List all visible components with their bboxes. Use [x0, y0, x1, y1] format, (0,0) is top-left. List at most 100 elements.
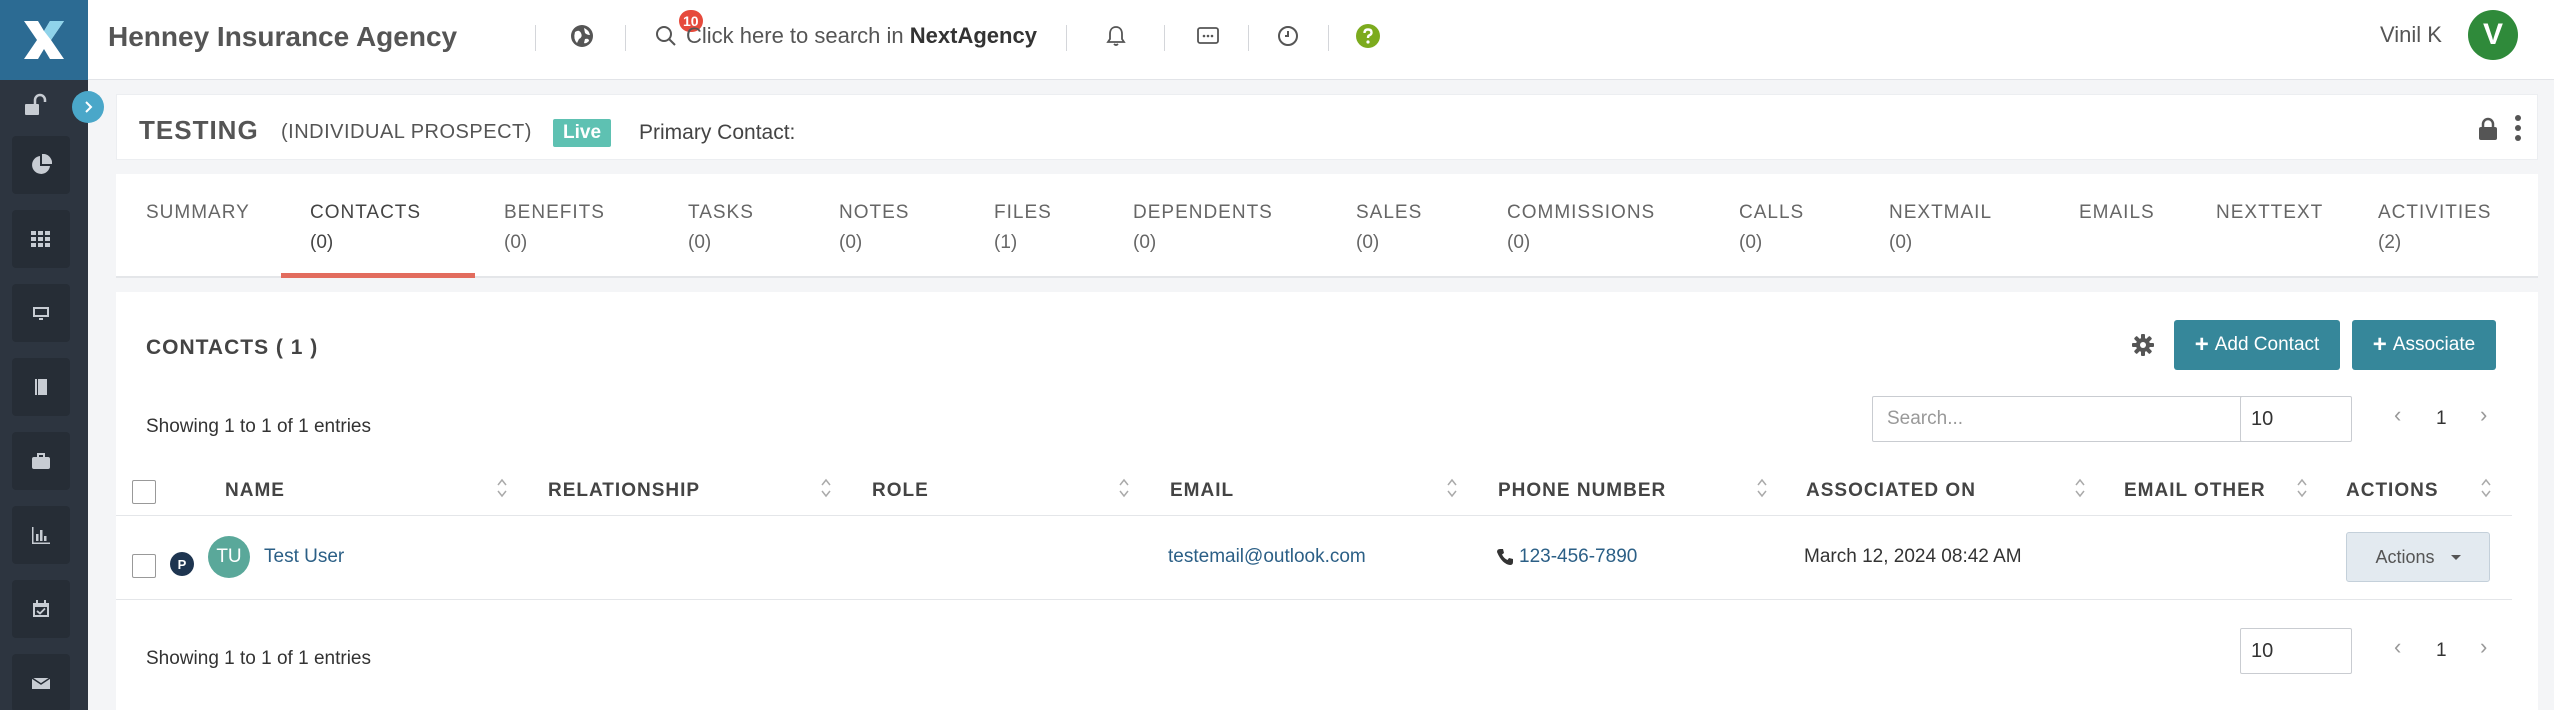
- divider: [1066, 25, 1067, 51]
- tab-emails[interactable]: EMAILS: [2079, 174, 2155, 278]
- gear-icon[interactable]: [2130, 332, 2156, 358]
- table-search-input[interactable]: [1872, 396, 2262, 442]
- column-phone-number[interactable]: PHONE NUMBER: [1498, 480, 1666, 502]
- clock-icon[interactable]: [1272, 20, 1304, 52]
- column-relationship[interactable]: RELATIONSHIP: [548, 480, 700, 502]
- tab-calls[interactable]: CALLS (0): [1739, 174, 1804, 278]
- record-type: (INDIVIDUAL PROSPECT): [281, 121, 532, 143]
- bell-icon[interactable]: [1100, 20, 1132, 52]
- tab-notes[interactable]: NOTES (0): [839, 174, 909, 278]
- more-options-icon[interactable]: [2511, 113, 2525, 143]
- tab-nexttext[interactable]: NEXTTEXT: [2216, 174, 2323, 278]
- top-bar: Henney Insurance Agency 10 Click here to…: [88, 0, 2554, 80]
- column-email[interactable]: EMAIL: [1170, 480, 1234, 502]
- next-page-icon[interactable]: ›: [2480, 402, 2487, 428]
- chevron-right-icon: [85, 101, 93, 113]
- sidebar-item-apps[interactable]: [12, 210, 70, 268]
- column-email-other[interactable]: EMAIL OTHER: [2124, 480, 2266, 502]
- prev-page-icon[interactable]: ‹: [2394, 402, 2401, 428]
- sidebar-expand-button[interactable]: [72, 91, 104, 123]
- associate-button[interactable]: + Associate: [2352, 320, 2496, 370]
- sort-icon[interactable]: [1756, 476, 1768, 500]
- column-name[interactable]: NAME: [225, 480, 285, 502]
- sort-icon[interactable]: [2480, 476, 2492, 500]
- globe-icon[interactable]: [566, 20, 598, 52]
- divider: [1164, 25, 1165, 51]
- logo-icon: [24, 21, 64, 59]
- row-checkbox[interactable]: [132, 554, 156, 578]
- sort-icon[interactable]: [820, 476, 832, 500]
- record-name: TESTING: [139, 115, 259, 145]
- divider: [625, 25, 626, 51]
- sort-icon[interactable]: [2074, 476, 2086, 500]
- bar-chart-icon: [32, 527, 50, 544]
- plus-icon: +: [2194, 331, 2209, 358]
- sort-icon[interactable]: [1118, 476, 1130, 500]
- unlock-icon[interactable]: [22, 92, 48, 118]
- tab-activities[interactable]: ACTIVITIES (2): [2378, 174, 2491, 278]
- avatar: TU: [208, 536, 250, 578]
- sidebar-item-reports[interactable]: [12, 506, 70, 564]
- caret-down-icon: [2450, 554, 2461, 560]
- tab-tasks[interactable]: TASKS (0): [688, 174, 754, 278]
- tab-nextmail[interactable]: NEXTMAIL (0): [1889, 174, 1992, 278]
- tab-summary[interactable]: SUMMARY: [146, 174, 250, 278]
- sort-icon[interactable]: [2296, 476, 2308, 500]
- actions-label: Actions: [2375, 546, 2435, 567]
- email-link[interactable]: testemail@outlook.com: [1168, 546, 1366, 568]
- primary-contact-label: Primary Contact:: [639, 121, 796, 144]
- primary-badge: P: [170, 552, 194, 576]
- prev-page-icon[interactable]: ‹: [2394, 634, 2401, 660]
- lock-icon[interactable]: [2477, 117, 2499, 141]
- tab-dependents[interactable]: DEPENDENTS (0): [1133, 174, 1273, 278]
- active-tab-indicator: [281, 273, 475, 278]
- plus-icon: +: [2372, 331, 2387, 358]
- table-row: P TU Test User testemail@outlook.com 123…: [116, 516, 2512, 600]
- app-logo[interactable]: [0, 0, 88, 80]
- page-size-select-top[interactable]: 10: [2240, 396, 2352, 442]
- sidebar-item-briefcase[interactable]: [12, 432, 70, 490]
- add-contact-label: Add Contact: [2214, 334, 2320, 355]
- contacts-panel: CONTACTS ( 1 ) + Add Contact + Associate S…: [116, 292, 2538, 710]
- search-brand: NextAgency: [909, 23, 1037, 48]
- tab-files[interactable]: FILES (1): [994, 174, 1052, 278]
- tab-benefits[interactable]: BENEFITS (0): [504, 174, 605, 278]
- showing-entries-top: Showing 1 to 1 of 1 entries: [146, 416, 371, 437]
- global-search-trigger[interactable]: Click here to search in NextAgency: [654, 20, 1037, 52]
- calendar-check-icon: [33, 600, 49, 617]
- add-contact-button[interactable]: + Add Contact: [2174, 320, 2340, 370]
- tab-sales[interactable]: SALES (0): [1356, 174, 1422, 278]
- tab-contacts[interactable]: CONTACTS (0): [310, 174, 421, 278]
- phone-link[interactable]: 123-456-7890: [1519, 546, 1637, 568]
- tab-commissions[interactable]: COMMISSIONS (0): [1507, 174, 1655, 278]
- associate-label: Associate: [2392, 334, 2476, 355]
- column-associated-on[interactable]: ASSOCIATED ON: [1806, 480, 1976, 502]
- divider: [535, 25, 536, 51]
- sidebar-item-dashboard[interactable]: [12, 136, 70, 194]
- page-number-top[interactable]: 1: [2436, 408, 2447, 430]
- message-icon[interactable]: [1192, 20, 1224, 52]
- table-header: NAME RELATIONSHIP ROLE EMAIL PHONE NUMBE…: [116, 466, 2512, 516]
- sort-icon[interactable]: [1446, 476, 1458, 500]
- app-title: Henney Insurance Agency: [108, 21, 458, 52]
- select-all-checkbox[interactable]: [132, 480, 156, 504]
- sidebar-item-tasks[interactable]: [12, 580, 70, 638]
- page-size-select-bottom[interactable]: 10: [2240, 628, 2352, 674]
- sort-icon[interactable]: [496, 476, 508, 500]
- pie-chart-icon: [32, 154, 52, 174]
- user-avatar[interactable]: V: [2468, 10, 2518, 60]
- column-role[interactable]: ROLE: [872, 480, 929, 502]
- sidebar-item-book[interactable]: [12, 358, 70, 416]
- monitor-icon: [33, 307, 49, 320]
- next-page-icon[interactable]: ›: [2480, 634, 2487, 660]
- showing-entries-bottom: Showing 1 to 1 of 1 entries: [146, 648, 371, 669]
- page-number-bottom[interactable]: 1: [2436, 640, 2447, 662]
- sidebar-item-mail[interactable]: [12, 654, 70, 710]
- row-actions-dropdown[interactable]: Actions: [2346, 532, 2490, 582]
- divider: [1328, 25, 1329, 51]
- sidebar-item-monitor[interactable]: [12, 284, 70, 342]
- help-icon[interactable]: [1352, 20, 1384, 52]
- mail-icon: [31, 677, 51, 689]
- contact-name-link[interactable]: Test User: [264, 546, 344, 568]
- user-name[interactable]: Vinil K: [2380, 22, 2442, 48]
